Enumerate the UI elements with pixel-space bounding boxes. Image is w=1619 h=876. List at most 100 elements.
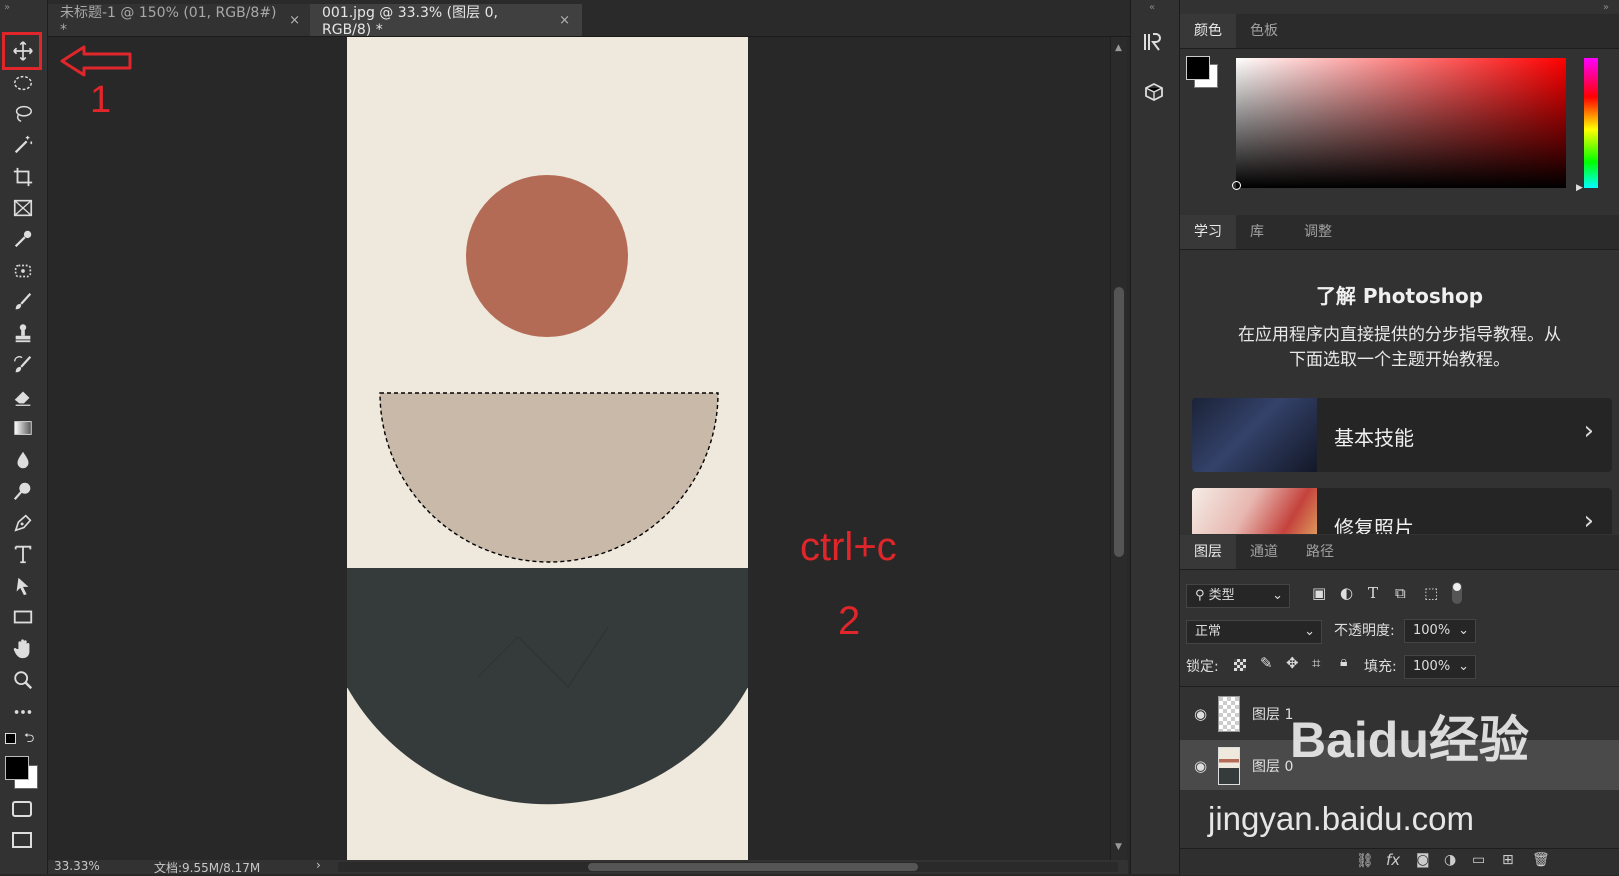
tab-untitled-1[interactable]: 未标题-1 @ 150% (01, RGB/8#) * × [48, 4, 312, 38]
zoom-level[interactable]: 33.33% [54, 859, 100, 873]
filter-shape-icon[interactable]: ⧉ [1395, 584, 1406, 602]
pen-icon[interactable] [8, 510, 38, 536]
tab-label: 001.jpg @ 33.3% (图层 0, RGB/8) * [322, 5, 498, 38]
hand-icon[interactable] [8, 636, 38, 662]
adjustment-layer-icon[interactable]: ◑ [1444, 852, 1456, 868]
rectangle-icon[interactable] [8, 604, 38, 630]
move-tool-icon[interactable] [8, 38, 38, 64]
eraser-icon[interactable] [8, 384, 38, 410]
vertical-scrollbar[interactable]: ▲ ▼ [1110, 37, 1127, 860]
tab-swatches[interactable]: 色板 [1236, 14, 1292, 48]
fill-value: 100% [1413, 659, 1451, 674]
new-group-icon[interactable]: ▭ [1472, 852, 1485, 868]
lock-pixels-icon[interactable]: ✎ [1260, 654, 1273, 672]
filter-type-icon[interactable]: T [1368, 584, 1378, 602]
hue-slider-handle[interactable]: ▶ [1576, 183, 1583, 193]
fx-icon[interactable]: fx [1386, 851, 1400, 869]
new-layer-icon[interactable]: ⊞ [1502, 852, 1514, 868]
red-arrow-icon [60, 45, 132, 77]
layers-panel-tabs: 图层 通道 路径 [1180, 535, 1619, 570]
collapse-icon[interactable]: « [1149, 2, 1155, 13]
color-picker-ring[interactable] [1232, 181, 1241, 190]
document-tab-bar: 未标题-1 @ 150% (01, RGB/8#) * × 001.jpg @ … [48, 0, 1130, 38]
more-tools-icon[interactable] [8, 699, 38, 725]
brush-icon[interactable] [8, 289, 38, 315]
healing-brush-icon[interactable] [8, 258, 38, 284]
swap-colors-icon[interactable]: ⮌ [24, 729, 34, 751]
filter-adjustment-icon[interactable]: ◐ [1340, 584, 1353, 602]
tab-paths[interactable]: 路径 [1292, 535, 1348, 569]
3d-panel-icon[interactable] [1141, 82, 1167, 106]
trash-icon[interactable]: 🗑︎ [1532, 852, 1550, 868]
status-menu-arrow[interactable]: › [316, 858, 321, 872]
color-field[interactable] [1232, 58, 1566, 190]
elliptical-marquee-icon[interactable] [8, 70, 38, 96]
scroll-up-icon[interactable]: ▲ [1115, 43, 1122, 53]
crop-icon[interactable] [8, 164, 38, 190]
close-icon[interactable]: × [289, 13, 300, 28]
tab-channels[interactable]: 通道 [1236, 535, 1292, 569]
tab-layers[interactable]: 图层 [1180, 535, 1236, 569]
blend-mode-select[interactable]: 正常 ⌄ [1186, 620, 1322, 644]
blend-mode-value: 正常 [1195, 624, 1222, 639]
filter-toggle[interactable] [1452, 582, 1462, 604]
opacity-value: 100% [1413, 623, 1451, 638]
blur-icon[interactable] [8, 447, 38, 473]
layers-bottom-bar: ⛓ fx ◙ ◑ ▭ ⊞ 🗑︎ [1180, 848, 1619, 875]
gradient-icon[interactable] [8, 415, 38, 441]
lock-artboard-icon[interactable]: ⌗ [1312, 654, 1320, 672]
tab-libraries[interactable]: 库 [1236, 215, 1278, 249]
foreground-color-swatch[interactable] [5, 756, 29, 780]
default-colors-icon[interactable] [5, 733, 16, 744]
search-icon: ⚲ [1195, 588, 1205, 603]
lasso-icon[interactable] [8, 101, 38, 127]
lock-position-icon[interactable]: ✥ [1286, 654, 1299, 672]
collapse-icon[interactable]: » [1603, 2, 1609, 13]
canvas-workspace[interactable]: 1 ctrl+c 2 [48, 37, 1108, 860]
tab-learn[interactable]: 学习 [1180, 215, 1236, 249]
screen-mode-icon[interactable] [12, 832, 32, 848]
tab-label: 未标题-1 @ 150% (01, RGB/8#) * [60, 5, 277, 38]
learn-card-basic-skills[interactable]: 基本技能 › [1192, 398, 1612, 472]
learn-card-fix-photos[interactable]: 修复照片 › [1192, 488, 1612, 534]
opacity-input[interactable]: 100% ⌄ [1404, 619, 1476, 643]
visibility-eye-icon[interactable]: ◉ [1194, 705, 1207, 723]
zoom-icon[interactable] [8, 667, 38, 693]
scroll-down-icon[interactable]: ▼ [1115, 842, 1122, 852]
add-mask-icon[interactable]: ◙ [1416, 852, 1430, 868]
step-2-label: 2 [838, 599, 861, 643]
visibility-eye-icon[interactable]: ◉ [1194, 757, 1207, 775]
h-scroll-thumb[interactable] [588, 863, 918, 871]
dodge-icon[interactable] [8, 478, 38, 504]
history-panel-icon[interactable] [1141, 30, 1167, 54]
close-icon[interactable]: × [559, 13, 570, 28]
tab-adjustments[interactable]: 调整 [1290, 215, 1346, 249]
layer-filter-select[interactable]: ⚲ 类型 ⌄ [1186, 584, 1290, 608]
magic-wand-icon[interactable] [8, 132, 38, 158]
document-canvas[interactable] [48, 37, 1108, 860]
foreground-color-chip[interactable] [1186, 56, 1210, 80]
hue-slider[interactable] [1584, 58, 1598, 188]
link-layers-icon[interactable]: ⛓ [1356, 853, 1374, 869]
tab-001-jpg[interactable]: 001.jpg @ 33.3% (图层 0, RGB/8) * × [310, 4, 582, 38]
scroll-thumb[interactable] [1114, 287, 1124, 557]
eyedropper-icon[interactable] [8, 226, 38, 252]
clone-stamp-icon[interactable] [8, 320, 38, 346]
filter-pixel-icon[interactable]: ▣ [1312, 584, 1326, 602]
filter-smart-object-icon[interactable]: ⬚ [1424, 584, 1438, 602]
path-selection-icon[interactable] [8, 573, 38, 599]
document-size: 文档:9.55M/8.17M [154, 861, 261, 875]
chevron-down-icon: ⌄ [1304, 624, 1315, 639]
layer-name[interactable]: 图层 0 [1252, 756, 1293, 776]
layer-name[interactable]: 图层 1 [1252, 704, 1293, 724]
history-brush-icon[interactable] [8, 352, 38, 378]
tab-color[interactable]: 颜色 [1180, 14, 1236, 48]
lock-transparent-icon[interactable] [1234, 659, 1246, 671]
fill-input[interactable]: 100% ⌄ [1404, 655, 1476, 679]
lock-all-icon[interactable]: 🔒︎ [1340, 654, 1347, 670]
quick-mask-icon[interactable] [12, 801, 32, 817]
horizontal-scrollbar[interactable] [338, 862, 1118, 872]
frame-icon[interactable] [8, 195, 38, 221]
collapse-icon[interactable]: » [4, 2, 10, 13]
type-icon[interactable] [8, 541, 38, 567]
